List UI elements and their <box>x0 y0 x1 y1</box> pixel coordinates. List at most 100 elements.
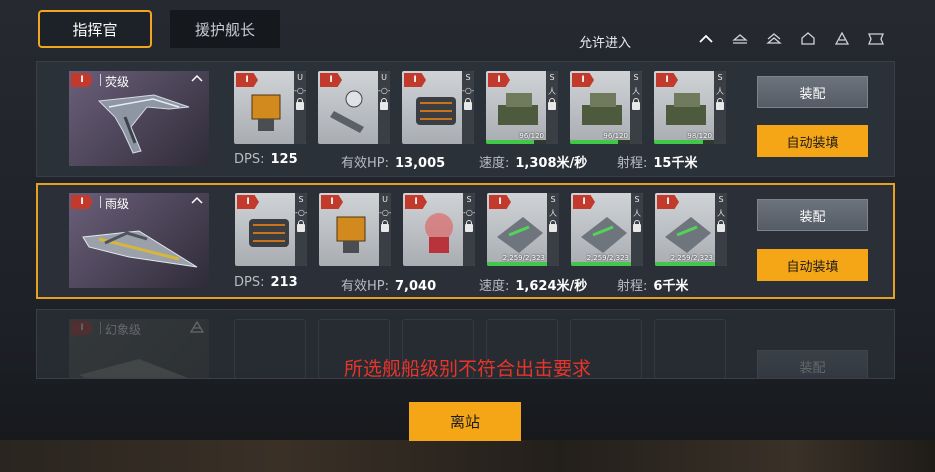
cruiser-class-icon[interactable] <box>798 30 818 48</box>
slot-type-glyph: 人 <box>716 87 724 96</box>
lock-icon <box>717 220 725 232</box>
chevron-up-icon[interactable] <box>189 193 205 209</box>
lock-icon <box>465 220 473 232</box>
slot-type-glyph: -○- <box>378 86 390 95</box>
module-hp: 2,259/2,323 <box>670 254 713 262</box>
module-slot[interactable]: I S 人 2,259/2,323 <box>655 193 727 266</box>
speed-stat: 速度: 1,624米/秒 <box>479 279 588 294</box>
module-slot[interactable]: I S -○- <box>403 193 475 266</box>
chevron-up-icon[interactable] <box>189 71 205 87</box>
module-image <box>251 94 281 131</box>
ship-image <box>97 94 190 154</box>
speed-stat: 速度: 1,308米/秒 <box>479 156 588 171</box>
effective-hp-stat: 有效HP: 13,005 <box>341 156 446 171</box>
slot-side-strip: S人 <box>631 193 643 266</box>
auto-fill-button[interactable]: 自动装填 <box>757 249 868 281</box>
module-hp-fill <box>570 140 618 144</box>
lock-icon <box>381 220 389 232</box>
module-image <box>497 217 543 253</box>
dps-stat: DPS: 213 <box>234 275 298 290</box>
frigate-class-icon[interactable] <box>730 30 750 48</box>
auto-fill-button[interactable]: 自动装填 <box>757 125 868 157</box>
tab-commander[interactable]: 指挥官 <box>38 10 152 48</box>
module-slot[interactable]: I S -○- <box>235 193 307 266</box>
module-hp: 98/120 <box>687 132 712 140</box>
module-slot[interactable]: I S -○- <box>402 71 474 144</box>
slot-type-glyph: 人 <box>548 87 556 96</box>
warning-message: 所选舰船级别不符合出击要求 <box>343 358 591 380</box>
allow-entry-label: 允许进入 <box>579 36 632 51</box>
tier-badge: I <box>71 73 93 87</box>
equip-button[interactable]: 装配 <box>757 199 868 231</box>
ship-image <box>82 230 198 268</box>
module-hp-fill <box>487 262 547 266</box>
divider <box>100 74 101 86</box>
slot-side-strip: S人 <box>547 193 559 266</box>
module-image <box>665 217 711 253</box>
slot-type-label: S <box>549 73 555 82</box>
slot-type-label: S <box>634 195 640 204</box>
slot-type-label: S <box>298 195 304 204</box>
ship-card[interactable]: I 荧级 <box>69 71 209 166</box>
module-image <box>425 213 453 253</box>
slot-type-glyph: 人 <box>633 209 641 218</box>
module-slot[interactable]: I S 人 96/120 <box>570 71 642 144</box>
slot-side-strip: U -○- <box>378 71 390 144</box>
divider <box>100 196 101 208</box>
slot-type-label: U <box>297 73 303 82</box>
slot-type-glyph: -○- <box>463 208 475 217</box>
module-slot[interactable]: I S 人 2,259/2,323 <box>487 193 559 266</box>
lock-icon <box>548 98 556 110</box>
module-image <box>498 93 538 125</box>
chevron-up-icon[interactable] <box>696 30 716 48</box>
lock-icon <box>296 98 304 110</box>
slot-side-strip: U -○- <box>379 193 391 266</box>
slot-type-glyph: -○- <box>379 208 391 217</box>
destroyer-class-icon[interactable] <box>764 30 784 48</box>
slot-side-strip: S人 <box>714 71 726 144</box>
battlecruiser-class-icon[interactable] <box>832 30 852 48</box>
module-hp-bar <box>654 140 714 144</box>
module-image <box>336 216 366 253</box>
slot-type-glyph: 人 <box>549 209 557 218</box>
slot-type-label: S <box>550 195 556 204</box>
slot-type-label: S <box>717 73 723 82</box>
slot-side-strip: S人 <box>546 71 558 144</box>
slot-side-strip: U -○- <box>294 71 306 144</box>
ship-card[interactable]: I 雨级 <box>69 193 209 288</box>
module-slot[interactable]: I S 人 98/120 <box>654 71 726 144</box>
lock-icon <box>716 98 724 110</box>
tier-badge: I <box>71 195 93 209</box>
effective-hp-stat: 有效HP: 7,040 <box>341 279 437 294</box>
dps-stat: DPS: 125 <box>234 152 298 167</box>
module-hp: 2,259/2,323 <box>586 254 629 262</box>
module-slot[interactable]: I S 人 96/120 <box>486 71 558 144</box>
slot-side-strip: S人 <box>630 71 642 144</box>
module-hp-fill <box>655 262 715 266</box>
lock-icon <box>380 98 388 110</box>
module-slot[interactable]: I U -○- <box>318 71 390 144</box>
module-hp: 96/120 <box>519 132 544 140</box>
equip-button[interactable]: 装配 <box>757 76 868 108</box>
slot-side-strip: S -○- <box>463 193 475 266</box>
module-slot[interactable]: I U -○- <box>234 71 306 144</box>
slot-type-label: U <box>381 73 387 82</box>
range-stat: 射程: 6千米 <box>617 279 689 294</box>
battlecruiser-class-icon <box>189 320 205 333</box>
slot-type-label: U <box>382 195 388 204</box>
slot-type-label: S <box>466 195 472 204</box>
lock-icon <box>633 220 641 232</box>
module-image <box>666 93 706 125</box>
module-image <box>416 97 456 125</box>
slot-type-label: S <box>718 195 724 204</box>
module-slot[interactable]: I S 人 2,259/2,323 <box>571 193 643 266</box>
battleship-class-icon[interactable] <box>866 30 886 48</box>
leave-station-button[interactable]: 离站 <box>409 402 521 441</box>
slot-type-glyph: 人 <box>632 87 640 96</box>
slot-side-strip: S人 <box>715 193 727 266</box>
module-hp-bar <box>571 262 631 266</box>
tab-escort-captain[interactable]: 援护舰长 <box>170 10 280 48</box>
slot-type-glyph: -○- <box>294 86 306 95</box>
module-hp-fill <box>486 140 534 144</box>
module-slot[interactable]: I U -○- <box>319 193 391 266</box>
